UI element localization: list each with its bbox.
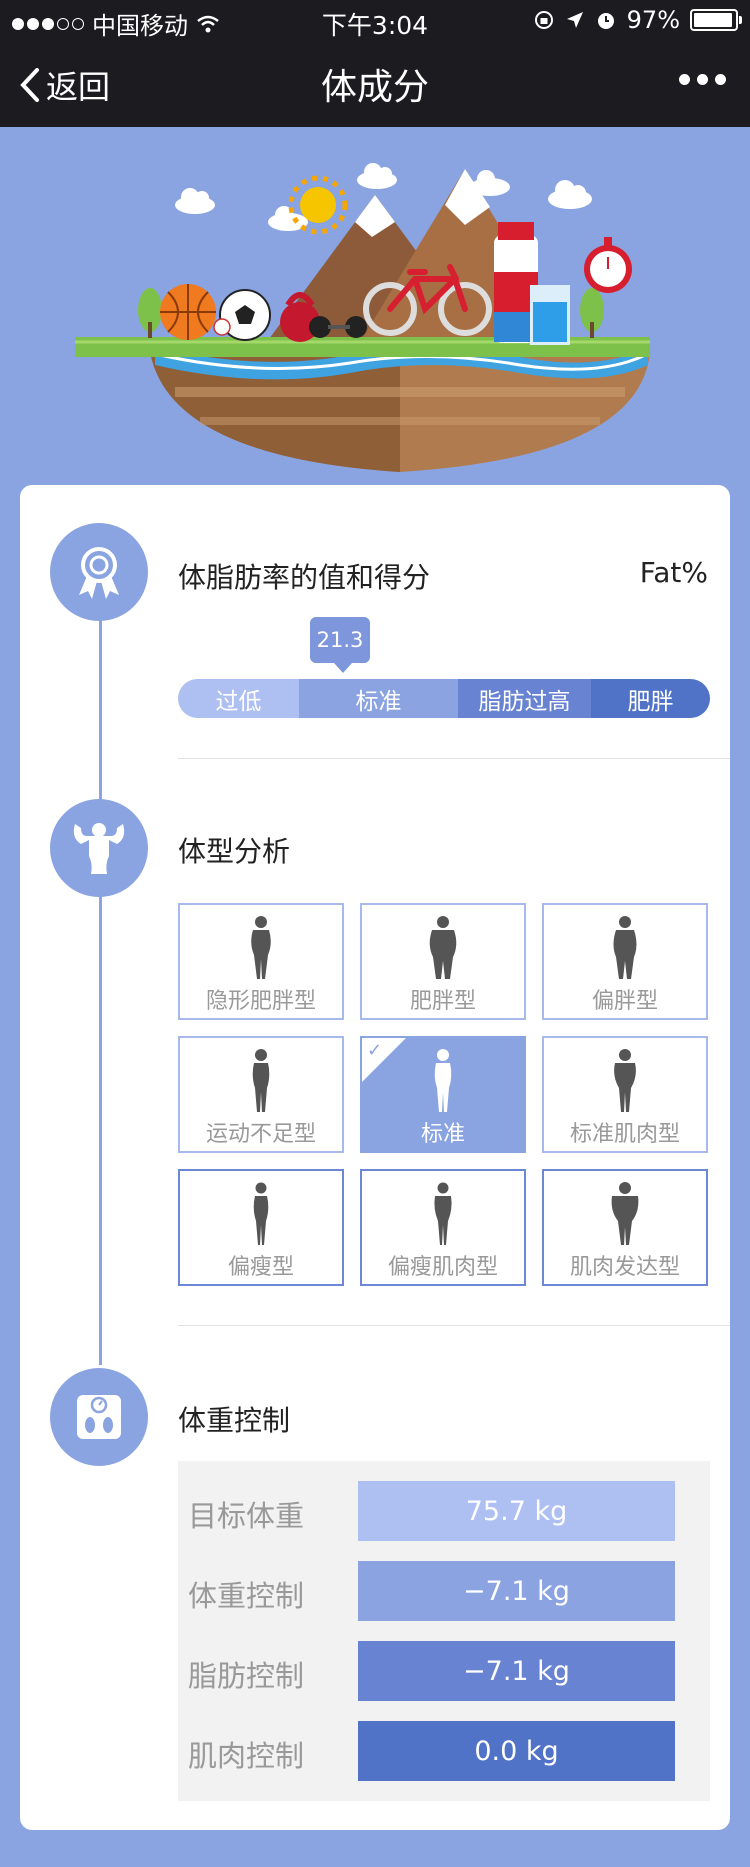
weight-row-target: 目标体重 75.7 kg: [178, 1481, 710, 1541]
sports-island-illustration: [75, 163, 650, 472]
fat-level-low: 过低: [178, 679, 299, 718]
weight-row-value: 75.7 kg: [358, 1481, 675, 1541]
body-figure-icon: [253, 1182, 269, 1245]
body-type-overweight[interactable]: 偏胖型: [542, 903, 708, 1020]
muscle-man-icon: [50, 799, 148, 897]
body-type-underweight[interactable]: 偏瘦型: [178, 1169, 344, 1286]
body-type-label: 偏瘦型: [227, 1255, 294, 1280]
body-figure-icon: [251, 916, 271, 979]
section-timeline: [99, 620, 102, 1365]
weight-control-table: 目标体重 75.7 kg 体重控制 −7.1 kg 脂肪控制 −7.1 kg 肌…: [178, 1461, 710, 1801]
weight-row-value: −7.1 kg: [358, 1561, 675, 1621]
weight-row-fat-control: 脂肪控制 −7.1 kg: [178, 1641, 710, 1701]
body-figure-icon: [434, 1182, 452, 1245]
body-type-label: 肌肉发达型: [569, 1255, 680, 1280]
fat-section-title: 体脂肪率的值和得分: [178, 561, 431, 594]
battery-percent: 97%: [626, 6, 680, 34]
rotation-lock-icon: [534, 11, 553, 29]
battery-icon: [690, 9, 742, 31]
body-type-label: 偏瘦肌肉型: [387, 1255, 498, 1280]
body-type-label: 标准: [420, 1122, 465, 1147]
fat-unit-label: Fat%: [639, 556, 708, 589]
body-type-standard-muscular[interactable]: 标准肌肉型: [542, 1036, 708, 1153]
section-divider: [178, 1325, 730, 1326]
body-type-label: 标准肌肉型: [569, 1122, 680, 1147]
scale-icon: [50, 1368, 148, 1466]
body-type-standard-selected[interactable]: ✓ 标准: [360, 1036, 526, 1153]
body-figure-icon: [429, 916, 457, 979]
status-bar: 中国移动 下午3:04 97%: [0, 0, 750, 40]
award-ribbon-icon: [50, 523, 148, 621]
top-bar: 中国移动 下午3:04 97% 返回 体成分: [0, 0, 750, 127]
weight-row-muscle-control: 肌肉控制 0.0 kg: [178, 1721, 710, 1781]
body-figure-icon: [434, 1049, 452, 1112]
fat-level-obese: 肥胖: [591, 679, 710, 718]
fat-level-high: 脂肪过高: [458, 679, 591, 718]
weight-row-label: 脂肪控制: [188, 1659, 305, 1693]
weight-row-label: 肌肉控制: [188, 1739, 305, 1773]
body-type-muscular[interactable]: 肌肉发达型: [542, 1169, 708, 1286]
more-menu-button[interactable]: [679, 74, 726, 85]
fat-value-bubble: 21.3: [310, 617, 370, 673]
fat-level-standard: 标准: [299, 679, 458, 718]
weight-row-value: −7.1 kg: [358, 1641, 675, 1701]
weight-section-title: 体重控制: [178, 1404, 291, 1437]
body-type-obese[interactable]: 肥胖型: [360, 903, 526, 1020]
body-figure-icon: [613, 916, 637, 979]
body-figure-icon: [614, 1049, 636, 1112]
location-arrow-icon: [566, 12, 583, 28]
weight-row-label: 体重控制: [188, 1579, 305, 1613]
weight-row-label: 目标体重: [188, 1499, 305, 1533]
body-figure-icon: [252, 1049, 270, 1112]
body-type-lean-muscular[interactable]: 偏瘦肌肉型: [360, 1169, 526, 1286]
body-type-label: 偏胖型: [591, 989, 658, 1014]
section-divider: [178, 758, 730, 759]
weight-row-value: 0.0 kg: [358, 1721, 675, 1781]
alarm-icon: [597, 13, 614, 29]
body-type-section-title: 体型分析: [178, 835, 291, 868]
nav-bar: 返回 体成分: [0, 40, 750, 127]
body-figure-icon: [611, 1182, 639, 1245]
body-type-under-exercised[interactable]: 运动不足型: [178, 1036, 344, 1153]
weight-row-weight-control: 体重控制 −7.1 kg: [178, 1561, 710, 1621]
body-type-label: 隐形肥胖型: [205, 989, 316, 1014]
fat-level-bar: 过低 标准 脂肪过高 肥胖: [178, 679, 710, 718]
body-type-label: 肥胖型: [409, 989, 476, 1014]
body-type-hidden-obese[interactable]: 隐形肥胖型: [178, 903, 344, 1020]
body-type-label: 运动不足型: [205, 1122, 316, 1147]
page-title: 体成分: [320, 67, 429, 108]
